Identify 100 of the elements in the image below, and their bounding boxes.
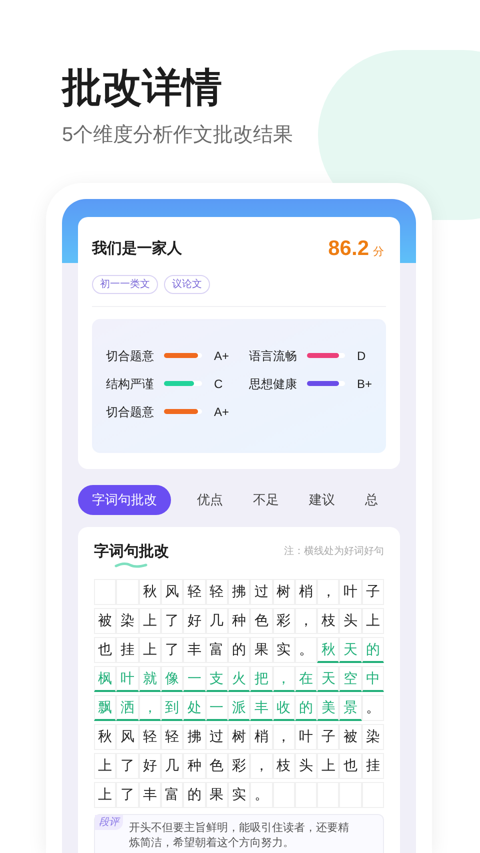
grid-cell: 上 — [94, 752, 116, 778]
grid-cell: 。 — [294, 636, 318, 662]
grid-cell: 轻 — [138, 724, 161, 750]
grid-cell: 了 — [160, 636, 184, 662]
grid-cell: 子 — [317, 724, 340, 750]
dimension-grade: A+ — [214, 348, 229, 364]
category-tag: 议论文 — [164, 274, 210, 294]
grid-cell: 上 — [94, 782, 116, 808]
grid-cell: 枝 — [272, 752, 295, 778]
grid-cell: 几 — [206, 608, 228, 634]
grid-cell: 种 — [183, 752, 206, 778]
dimension-grade: D — [357, 348, 366, 364]
grid-cell: 梢 — [250, 724, 272, 750]
grid-cell: 到 — [160, 694, 184, 720]
grid-cell: 过 — [206, 724, 228, 750]
grid-cell: 。 — [250, 782, 272, 808]
tab[interactable]: 优点 — [191, 484, 229, 514]
tab[interactable]: 总 — [359, 484, 384, 514]
grid-cell: 在 — [294, 666, 318, 692]
grid-cell: 轻 — [183, 578, 206, 604]
dimension-name: 切合题意 — [106, 348, 155, 364]
note-text: 注：横线处为好词好句 — [284, 544, 384, 559]
grid-cell: 收 — [272, 694, 295, 720]
grid-cell: 了 — [116, 752, 139, 778]
grid-cell: 像 — [160, 666, 184, 692]
grid-cell: 把 — [250, 666, 272, 692]
grid-cell: 风 — [160, 578, 184, 604]
grid-cell: 的 — [183, 782, 206, 808]
grid-cell: 拂 — [228, 578, 250, 604]
tab[interactable]: 建议 — [303, 484, 341, 514]
dimension-name: 思想健康 — [249, 376, 298, 392]
grid-cell: 景 — [339, 694, 362, 720]
grid-cell: 被 — [94, 608, 116, 634]
grid-cell: 富 — [206, 636, 228, 662]
grid-cell: 被 — [339, 724, 362, 750]
grid-cell: 中 — [362, 666, 384, 692]
grid-cell: 实 — [228, 782, 250, 808]
grid-cell: ， — [272, 666, 295, 692]
grid-cell: 了 — [160, 608, 184, 634]
category-tag: 初一一类文 — [92, 274, 158, 294]
grid-cell: 也 — [339, 752, 362, 778]
grid-cell: 空 — [339, 666, 362, 692]
grid-cell: 秋 — [94, 724, 116, 750]
tab[interactable]: 字词句批改 — [78, 484, 171, 514]
grid-cell: 。 — [362, 694, 384, 720]
grid-cell: 好 — [183, 608, 206, 634]
grid-cell: 支 — [206, 666, 228, 692]
grid-cell: 洒 — [116, 694, 139, 720]
score-value: 86.2 — [328, 236, 369, 262]
grid-cell: 丰 — [250, 694, 272, 720]
grid-cell: 梢 — [294, 578, 318, 604]
grid-cell: 秋 — [317, 636, 340, 662]
grid-cell: 飘 — [94, 694, 116, 720]
grid-cell: 上 — [138, 636, 161, 662]
grid-cell: 树 — [228, 724, 250, 750]
dimension-grade: C — [214, 376, 223, 392]
grid-cell: 挂 — [116, 636, 139, 662]
grid-cell: 天 — [339, 636, 362, 662]
grid-cell: 彩 — [228, 752, 250, 778]
grid-cell: 种 — [228, 608, 250, 634]
grid-cell: 子 — [362, 578, 384, 604]
grid-cell: 轻 — [160, 724, 184, 750]
tab[interactable]: 不足 — [247, 484, 285, 514]
grid-cell: 富 — [160, 782, 184, 808]
grid-cell: 的 — [294, 694, 318, 720]
grid-cell: ， — [272, 724, 295, 750]
grid-cell: 叶 — [294, 724, 318, 750]
grid-cell: ， — [250, 752, 272, 778]
grid-cell: 树 — [272, 578, 295, 604]
grid-cell: 一 — [206, 694, 228, 720]
grid-cell: 一 — [183, 666, 206, 692]
grid-cell: 枝 — [317, 608, 340, 634]
grid-cell: 美 — [317, 694, 340, 720]
dimension-grade: B+ — [356, 376, 372, 392]
grid-cell: 风 — [116, 724, 139, 750]
grid-cell: 挂 — [362, 752, 384, 778]
grid-cell: 丰 — [138, 782, 161, 808]
comment-text: 开头不但要主旨鲜明，能吸引住读者，还要精炼简洁，希望朝着这个方向努力。 — [129, 820, 350, 850]
dimension-name: 切合题意 — [106, 404, 155, 420]
grid-cell: 的 — [228, 636, 250, 662]
grid-cell: 处 — [183, 694, 206, 720]
grid-cell: 实 — [272, 636, 295, 662]
dimension-name: 结构严谨 — [106, 376, 155, 392]
grid-cell: 轻 — [206, 578, 228, 604]
grid-cell: 火 — [228, 666, 250, 692]
grid-cell: 果 — [250, 636, 272, 662]
grid-cell: 也 — [94, 636, 116, 662]
grid-cell: ， — [294, 608, 318, 634]
grid-cell: 色 — [206, 752, 228, 778]
grid-cell: 拂 — [183, 724, 206, 750]
grid-cell: 叶 — [339, 578, 362, 604]
grid-cell: 派 — [228, 694, 250, 720]
grid-cell: 秋 — [138, 578, 161, 604]
grid-cell: 枫 — [94, 666, 116, 692]
grid-cell: 几 — [160, 752, 184, 778]
panel-title: 字词句批改 — [94, 542, 169, 560]
grid-cell: 上 — [317, 752, 340, 778]
score-unit: 分 — [373, 245, 384, 260]
comment-label: 段评 — [95, 814, 123, 830]
swoosh-icon — [114, 560, 148, 568]
